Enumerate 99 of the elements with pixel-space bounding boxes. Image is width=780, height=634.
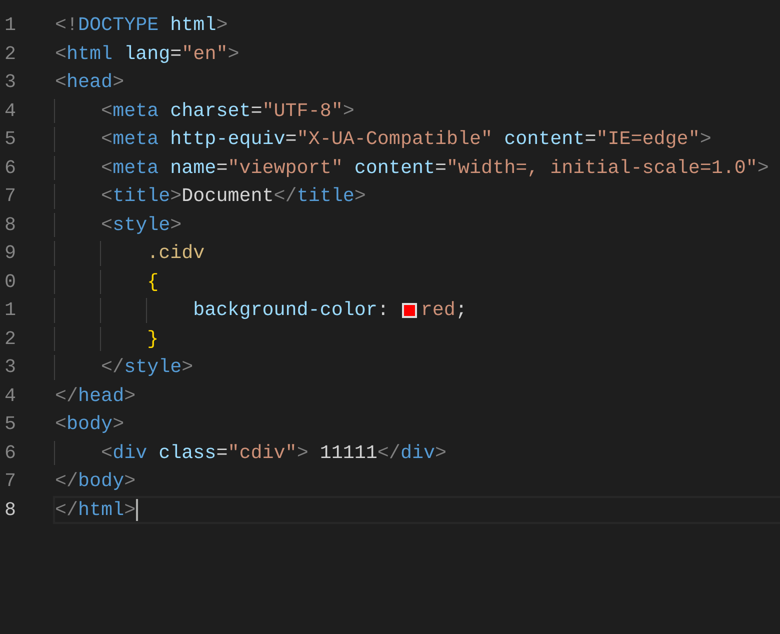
code-token: div — [400, 440, 435, 465]
code-token: = — [285, 127, 297, 152]
line-number: 7 — [3, 469, 16, 494]
code-token: > — [700, 127, 712, 152]
line-number: 2 — [3, 326, 16, 352]
code-token: meta — [112, 127, 159, 152]
code-token: > — [112, 412, 124, 436]
code-token: "width=, initial-scale=1.0" — [446, 156, 758, 180]
code-token: DOCTYPE — [78, 13, 159, 38]
code-token: title — [296, 184, 354, 208]
code-token: > — [228, 42, 240, 66]
code-token: red — [420, 298, 456, 322]
code-token: html — [169, 13, 216, 38]
line-number: 5 — [3, 127, 16, 152]
code-token: = — [435, 156, 447, 180]
code-token: } — [147, 326, 159, 351]
code-token: </ — [101, 355, 124, 380]
code-token: < — [101, 127, 113, 152]
line-number: 1 — [3, 298, 16, 323]
code-token: "UTF-8" — [262, 98, 343, 123]
code-token: body — [66, 412, 113, 436]
text-cursor — [136, 498, 138, 521]
code-token: .cidv — [147, 241, 205, 266]
code-token: < — [101, 212, 113, 237]
line-number: 4 — [3, 98, 16, 124]
line-number: 5 — [3, 412, 16, 437]
code-token: > — [112, 70, 124, 94]
code-token: < — [101, 440, 113, 465]
line-number: 8 — [3, 498, 16, 522]
code-token: = — [584, 127, 596, 152]
line-number: 3 — [3, 355, 16, 380]
code-token: : — [377, 298, 389, 322]
line-number: 3 — [3, 70, 16, 95]
code-token: = — [170, 42, 182, 66]
code-token: < — [101, 156, 113, 180]
code-token: content — [353, 156, 435, 180]
code-token: meta — [112, 156, 159, 180]
code-token: > — [435, 440, 447, 465]
code-token: ; — [455, 298, 467, 322]
code-token: lang — [123, 42, 170, 66]
line-number: 8 — [3, 212, 16, 238]
code-token: html — [78, 498, 124, 522]
code-token: Document — [182, 184, 274, 208]
code-token: head — [66, 70, 113, 94]
line-number: 4 — [3, 384, 16, 408]
code-token: = — [216, 156, 228, 180]
code-token: "cdiv" — [228, 440, 297, 465]
code-token: 11111 — [318, 440, 378, 465]
code-token: > — [124, 498, 136, 522]
line-number: 9 — [3, 241, 16, 266]
code-token: > — [216, 13, 228, 38]
code-token: content — [503, 127, 585, 152]
code-token: > — [296, 440, 308, 465]
code-token: </ — [55, 384, 78, 408]
code-token: > — [124, 384, 136, 408]
code-token: > — [170, 184, 182, 208]
line-number: 2 — [3, 42, 16, 66]
code-token: < — [55, 70, 67, 94]
code-token: < — [101, 98, 113, 123]
code-token: <! — [55, 13, 78, 38]
code-token: </ — [274, 184, 297, 208]
code-token: style — [124, 355, 182, 380]
code-token: html — [66, 42, 113, 66]
code-token: http-equiv — [169, 127, 286, 152]
code-token: "en" — [182, 42, 228, 66]
code-token: > — [170, 212, 182, 237]
code-token: meta — [112, 98, 159, 123]
code-token: div — [112, 440, 148, 465]
code-token: "viewport" — [228, 156, 343, 180]
code-token: > — [342, 98, 354, 123]
code-token: </ — [55, 469, 78, 494]
code-token: < — [55, 42, 67, 66]
line-number: 6 — [3, 156, 16, 180]
code-token: background-color — [193, 298, 378, 322]
code-token: > — [182, 355, 194, 380]
code-token: = — [216, 440, 228, 465]
code-token: class — [158, 440, 216, 465]
code-token: charset — [169, 98, 251, 123]
code-token: > — [757, 156, 769, 180]
code-token: style — [112, 212, 170, 237]
code-token: < — [55, 412, 67, 436]
code-token: "X-UA-Compatible" — [296, 127, 493, 152]
code-token: > — [124, 469, 136, 494]
code-token: body — [78, 469, 124, 494]
code-token: = — [250, 98, 262, 123]
code-token: name — [169, 156, 216, 180]
code-token: < — [101, 184, 113, 208]
line-number: 1 — [3, 13, 16, 38]
code-token: > — [354, 184, 366, 208]
code-token: </ — [377, 440, 400, 465]
code-token: "IE=edge" — [596, 127, 700, 152]
code-token: head — [78, 384, 124, 408]
code-token: { — [147, 270, 159, 294]
code-token: </ — [55, 498, 78, 522]
color-swatch[interactable] — [402, 302, 417, 318]
line-number: 0 — [3, 270, 16, 294]
code-token: title — [112, 184, 170, 208]
line-number: 6 — [3, 440, 16, 466]
line-number: 7 — [3, 184, 16, 209]
